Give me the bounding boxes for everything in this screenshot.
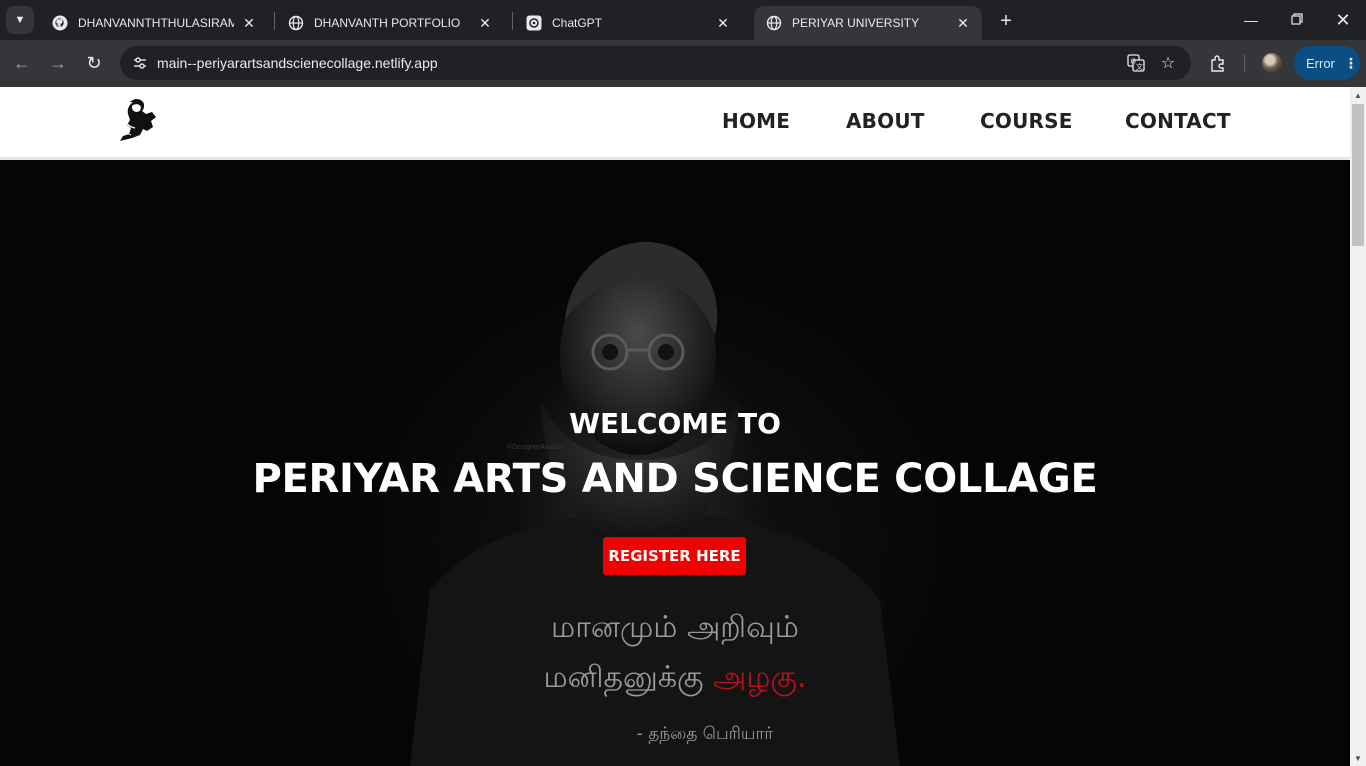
scroll-down-arrow-icon[interactable]: ▼ <box>1350 750 1366 766</box>
scrollbar-thumb[interactable] <box>1352 104 1364 246</box>
arrow-left-icon: ← <box>13 52 31 73</box>
quote-line-2-part-b: அழகு. <box>713 660 807 695</box>
hero-section: ©DesignerAmalan WELCOME TO PERIYAR ARTS … <box>0 160 1350 766</box>
close-icon[interactable]: ✕ <box>714 14 732 32</box>
github-icon <box>52 15 68 31</box>
browser-toolbar: ← → ↻ main--periyarartsandscienecollage.… <box>0 40 1366 87</box>
hero-college-title: PERIYAR ARTS AND SCIENCE COLLAGE <box>252 456 1098 502</box>
close-icon[interactable]: ✕ <box>240 14 258 32</box>
tab-title: ChatGPT <box>552 16 603 30</box>
url-text[interactable]: main--periyarartsandscienecollage.netlif… <box>157 55 438 71</box>
close-window-button[interactable]: ✕ <box>1320 0 1366 40</box>
svg-text:文: 文 <box>1136 62 1143 71</box>
tab-periyar[interactable]: PERIYAR UNIVERSITY ✕ <box>754 6 982 40</box>
more-vert-icon[interactable]: ⋮ <box>1344 55 1358 72</box>
periyar-logo[interactable] <box>114 96 170 146</box>
tab-divider <box>274 12 275 30</box>
minimize-icon: — <box>1244 12 1258 28</box>
arrow-right-icon: → <box>49 52 67 73</box>
globe-icon <box>288 15 304 31</box>
globe-icon <box>766 15 782 31</box>
restore-button[interactable] <box>1274 0 1320 40</box>
forward-button[interactable]: → <box>44 49 72 77</box>
back-button[interactable]: ← <box>8 49 36 77</box>
site-header: HOME ABOUT COURSE CONTACT <box>0 87 1350 160</box>
tab-title: PERIYAR UNIVERSITY <box>792 16 920 30</box>
error-label: Error <box>1306 55 1335 71</box>
close-icon: ✕ <box>1335 9 1351 30</box>
profile-error-button[interactable]: Error ⋮ <box>1294 46 1360 80</box>
nav-contact[interactable]: CONTACT <box>1125 109 1231 133</box>
scroll-up-arrow-icon[interactable]: ▲ <box>1350 87 1366 103</box>
quote-line-2: மனிதனுக்கு அழகு. <box>0 660 1350 699</box>
chevron-down-icon: ▼ <box>14 14 26 26</box>
page-scrollbar[interactable]: ▲ ▼ <box>1350 87 1366 766</box>
tab-strip: ▼ DHANVANNTHTHULASIRAMAN ✕ DHANVANTH POR… <box>0 0 1366 40</box>
new-tab-button[interactable]: + <box>994 9 1018 33</box>
tab-portfolio[interactable]: DHANVANTH PORTFOLIO ✕ <box>276 6 504 40</box>
nav-home[interactable]: HOME <box>722 109 790 133</box>
tab-github[interactable]: DHANVANNTHTHULASIRAMAN ✕ <box>40 6 268 40</box>
extensions-icon[interactable] <box>1206 51 1230 75</box>
toolbar-divider <box>1244 54 1245 72</box>
minimize-button[interactable]: — <box>1228 0 1274 40</box>
address-bar[interactable]: main--periyarartsandscienecollage.netlif… <box>120 46 1191 80</box>
plus-icon: + <box>1000 9 1012 32</box>
nav-about[interactable]: ABOUT <box>846 109 925 133</box>
chatgpt-icon <box>526 15 542 31</box>
restore-icon <box>1291 12 1303 28</box>
reload-icon: ↻ <box>86 52 102 73</box>
quote-line-1: மானமும் அறிவும் <box>551 610 799 645</box>
site-settings-icon[interactable] <box>128 51 152 75</box>
close-icon[interactable]: ✕ <box>476 14 494 32</box>
bookmark-star-icon[interactable]: ☆ <box>1156 51 1180 75</box>
nav-course[interactable]: COURSE <box>980 109 1073 133</box>
profile-avatar[interactable] <box>1262 53 1282 73</box>
page-viewport: HOME ABOUT COURSE CONTACT ©DesignerAmala… <box>0 87 1350 766</box>
watermark-text: ©DesignerAmalan <box>507 444 564 451</box>
tab-search-button[interactable]: ▼ <box>6 6 34 34</box>
reload-button[interactable]: ↻ <box>80 49 108 77</box>
tab-chatgpt[interactable]: ChatGPT ✕ <box>514 6 742 40</box>
tab-title: DHANVANNTHTHULASIRAMAN <box>78 16 234 30</box>
hero-welcome-text: WELCOME TO <box>569 407 781 440</box>
register-button[interactable]: REGISTER HERE <box>603 537 746 575</box>
quote-author: - தந்தை பெரியார் <box>636 724 774 744</box>
quote-line-2-part-a: மனிதனுக்கு <box>543 660 714 695</box>
tab-divider <box>512 12 513 30</box>
tab-title: DHANVANTH PORTFOLIO <box>314 16 461 30</box>
close-icon[interactable]: ✕ <box>954 14 972 32</box>
translate-icon[interactable]: G文 <box>1124 51 1148 75</box>
